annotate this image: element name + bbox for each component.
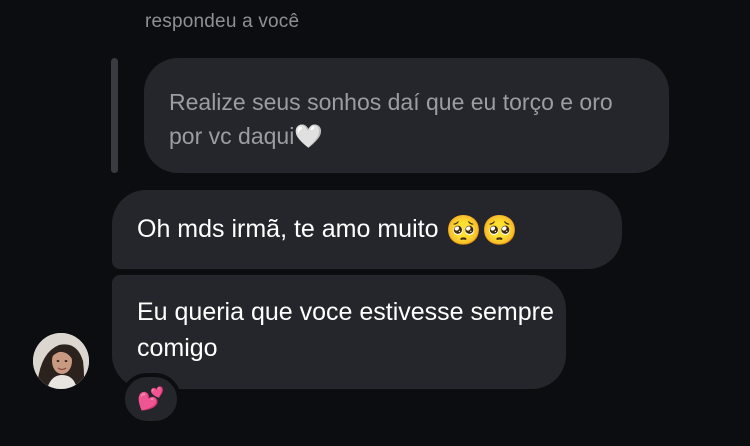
avatar[interactable] [33,333,89,389]
message-bubble[interactable]: Oh mds irmã, te amo muito 🥺🥺 [112,190,622,269]
quote-bar [111,58,118,173]
quoted-message-text: Realize seus sonhos daí que eu torço e o… [169,89,613,149]
reaction-badge[interactable]: 💕 [121,373,181,425]
message-bubble[interactable]: Eu queria que voce estivesse sempre comi… [112,275,566,389]
quoted-message-bubble[interactable]: Realize seus sonhos daí que eu torço e o… [144,58,669,173]
chat-screen: respondeu a você Realize seus sonhos daí… [0,0,750,446]
message-text: Oh mds irmã, te amo muito [137,215,439,243]
reply-header: respondeu a você [145,11,300,32]
avatar-photo [33,333,89,389]
two-hearts-emoji: 💕 [137,386,165,411]
pleading-face-emoji: 🥺🥺 [445,215,518,247]
message-text: Eu queria que voce estivesse sempre comi… [137,298,554,362]
